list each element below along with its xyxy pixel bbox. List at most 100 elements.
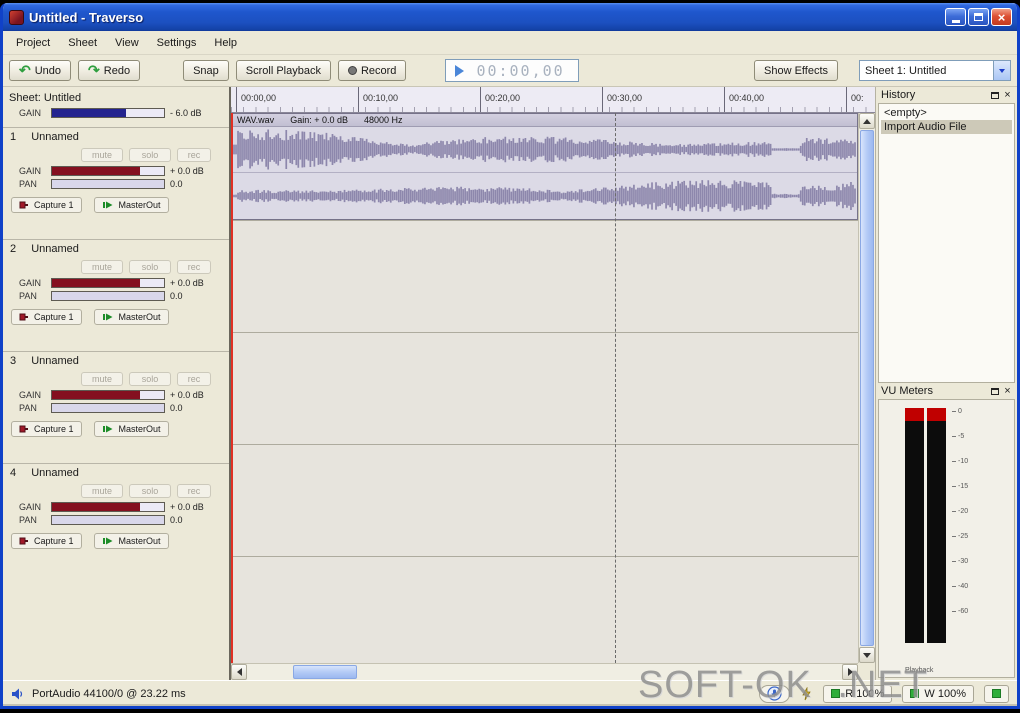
scroll-playback-button[interactable]: Scroll Playback <box>235 60 331 81</box>
solo-button[interactable]: solo <box>129 148 171 162</box>
input-bus-button[interactable]: Capture 1 <box>11 197 82 213</box>
vertical-scrollbar[interactable] <box>858 113 875 663</box>
track-name[interactable]: 1 Unnamed <box>3 131 229 143</box>
sheet-gain-label: GAIN <box>19 108 42 118</box>
maximize-button[interactable] <box>968 8 989 26</box>
track-name[interactable]: 3 Unnamed <box>3 355 229 367</box>
scrollbar-corner <box>858 663 875 680</box>
scroll-left-button[interactable] <box>231 664 247 680</box>
input-bus-label: Capture 1 <box>34 312 74 322</box>
track-lanes[interactable]: WAV.wav Gain: + 0.0 dB 48000 Hz <box>231 113 858 663</box>
track-name[interactable]: 4 Unnamed <box>3 467 229 479</box>
scroll-up-button[interactable] <box>859 113 875 129</box>
input-bus-button[interactable]: Capture 1 <box>11 309 82 325</box>
track-name[interactable]: 2 Unnamed <box>3 243 229 255</box>
input-monitor-button[interactable] <box>759 684 791 703</box>
history-item[interactable]: Import Audio File <box>881 120 1012 134</box>
sheet-selector-value: Sheet 1: Untitled <box>865 64 947 77</box>
solo-button[interactable]: solo <box>129 260 171 274</box>
horizontal-scroll-track[interactable] <box>247 664 842 680</box>
mute-button[interactable]: mute <box>81 484 123 498</box>
gain-value: + 0.0 dB <box>170 166 204 176</box>
arrange-area: 00:00,00 00:10,00 00:20,00 00:30,00 00:40,00… <box>231 87 875 680</box>
gain-value: + 0.0 dB <box>170 278 204 288</box>
history-item[interactable]: <empty> <box>881 106 1012 120</box>
combo-dropdown-button[interactable] <box>993 61 1010 80</box>
rec-button[interactable]: rec <box>177 372 211 386</box>
pan-slider[interactable] <box>51 291 165 301</box>
pan-slider[interactable] <box>51 179 165 189</box>
menu-sheet[interactable]: Sheet <box>59 34 106 52</box>
mute-button[interactable]: mute <box>81 148 123 162</box>
output-bus-button[interactable]: MasterOut <box>93 533 169 549</box>
gain-slider[interactable] <box>51 166 165 176</box>
output-bus-button[interactable]: MasterOut <box>93 421 169 437</box>
capture-icon <box>19 201 28 209</box>
ruler-tick-label: 00: <box>851 93 864 103</box>
disk-read-button[interactable]: R 100% <box>823 684 893 703</box>
gain-slider[interactable] <box>51 502 165 512</box>
vu-float-button[interactable] <box>988 385 1001 398</box>
lane-track-4[interactable] <box>231 444 858 556</box>
rec-button[interactable]: rec <box>177 484 211 498</box>
track-number: 1 <box>10 131 17 143</box>
record-button[interactable]: Record <box>337 60 407 81</box>
menu-view[interactable]: View <box>106 34 148 52</box>
snap-button[interactable]: Snap <box>183 60 229 81</box>
redo-icon: ↷ <box>88 62 100 78</box>
cpu-load-button[interactable] <box>984 684 1009 703</box>
output-bus-button[interactable]: MasterOut <box>93 197 169 213</box>
timeline-ruler[interactable]: 00:00,00 00:10,00 00:20,00 00:30,00 00:40,00… <box>231 87 875 113</box>
track-name-label: Unnamed <box>31 467 79 479</box>
menu-help[interactable]: Help <box>205 34 246 52</box>
sheet-selector[interactable]: Sheet 1: Untitled <box>859 60 1011 81</box>
track-toggle-buttons: mute solo rec <box>81 260 229 274</box>
history-float-button[interactable] <box>988 89 1001 102</box>
vertical-scroll-thumb[interactable] <box>860 130 874 646</box>
solo-button[interactable]: solo <box>129 484 171 498</box>
scroll-down-button[interactable] <box>859 647 875 663</box>
horizontal-scroll-thumb[interactable] <box>293 665 357 679</box>
vu-meter-left <box>905 408 924 643</box>
lane-track-3[interactable] <box>231 332 858 444</box>
scroll-right-button[interactable] <box>842 664 858 680</box>
redo-button[interactable]: ↷ Redo <box>78 60 141 81</box>
pan-slider[interactable] <box>51 403 165 413</box>
power-jack-icon[interactable] <box>800 686 813 701</box>
lane-track-2[interactable] <box>231 220 858 332</box>
sheet-gain-slider[interactable] <box>51 108 165 118</box>
disk-write-button[interactable]: W 100% <box>902 684 974 703</box>
app-window: Untitled - Traverso × Project Sheet View Se… <box>0 3 1020 709</box>
rec-button[interactable]: rec <box>177 148 211 162</box>
gain-label: GAIN <box>19 166 42 176</box>
track-header: 2 Unnamed mute solo rec GAIN + 0.0 dB PA… <box>3 239 229 351</box>
ruler-tick-label: 00:40,00 <box>729 93 765 103</box>
input-bus-button[interactable]: Capture 1 <box>11 533 82 549</box>
minimize-button[interactable] <box>945 8 966 26</box>
lane-track-1[interactable]: WAV.wav Gain: + 0.0 dB 48000 Hz <box>231 113 858 220</box>
menu-settings[interactable]: Settings <box>148 34 206 52</box>
gain-slider[interactable] <box>51 278 165 288</box>
vu-scale-label: -40 <box>952 583 980 590</box>
clip-header[interactable]: WAV.wav Gain: + 0.0 dB 48000 Hz <box>232 114 857 127</box>
titlebar[interactable]: Untitled - Traverso × <box>3 3 1017 31</box>
gain-slider[interactable] <box>51 390 165 400</box>
close-button[interactable]: × <box>991 8 1012 26</box>
menu-project[interactable]: Project <box>7 34 59 52</box>
show-effects-button[interactable]: Show Effects <box>754 60 838 81</box>
audio-clip[interactable]: WAV.wav Gain: + 0.0 dB 48000 Hz <box>231 113 858 220</box>
pan-slider[interactable] <box>51 515 165 525</box>
driver-text: PortAudio 44100/0 @ 23.22 ms <box>32 687 186 700</box>
rec-button[interactable]: rec <box>177 260 211 274</box>
solo-button[interactable]: solo <box>129 372 171 386</box>
vu-close-button[interactable]: × <box>1001 385 1014 398</box>
undo-button[interactable]: ↶ Undo <box>9 60 72 81</box>
horizontal-scrollbar[interactable] <box>231 663 858 680</box>
track-number: 4 <box>10 467 17 479</box>
history-close-button[interactable]: × <box>1001 89 1014 102</box>
mute-button[interactable]: mute <box>81 372 123 386</box>
maximize-icon <box>974 13 983 21</box>
mute-button[interactable]: mute <box>81 260 123 274</box>
output-bus-button[interactable]: MasterOut <box>93 309 169 325</box>
input-bus-button[interactable]: Capture 1 <box>11 421 82 437</box>
